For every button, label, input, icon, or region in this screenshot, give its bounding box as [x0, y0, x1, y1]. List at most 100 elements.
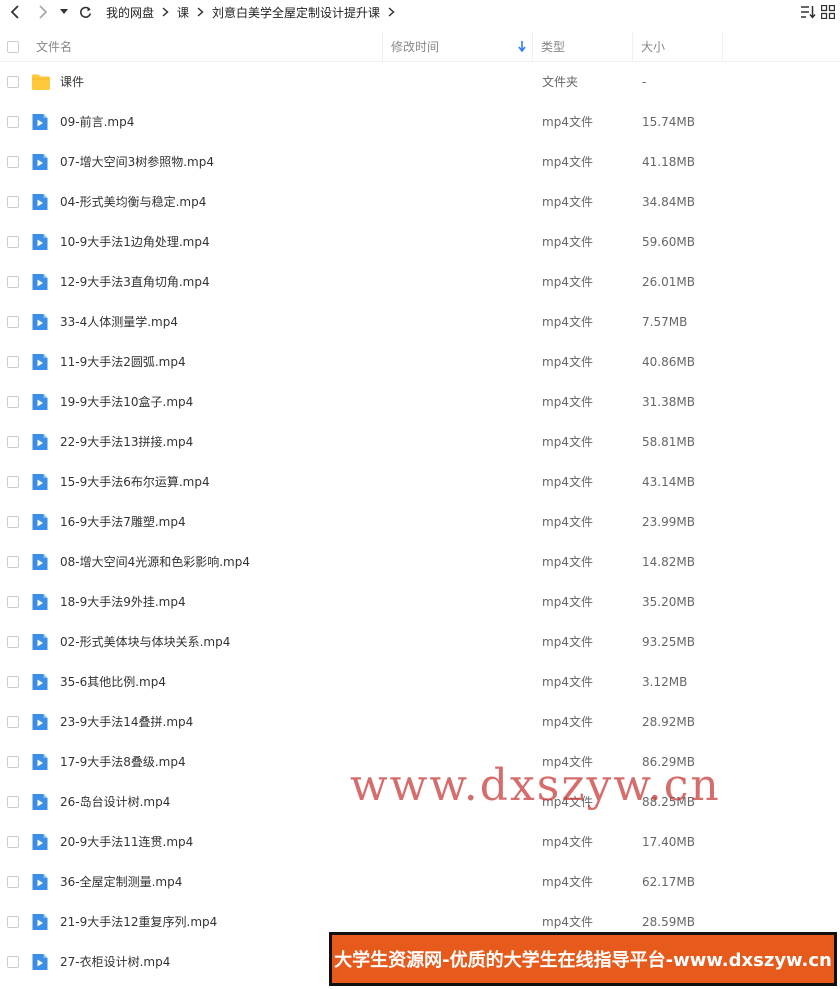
row-checkbox[interactable] — [7, 76, 19, 88]
file-row[interactable]: 12-9大手法3直角切角.mp4 mp4文件 26.01MB — [0, 262, 840, 302]
file-row[interactable]: 36-全屋定制测量.mp4 mp4文件 62.17MB — [0, 862, 840, 902]
file-row[interactable]: 02-形式美体块与体块关系.mp4 mp4文件 93.25MB — [0, 622, 840, 662]
file-name[interactable]: 36-全屋定制测量.mp4 — [60, 862, 182, 902]
file-name[interactable]: 09-前言.mp4 — [60, 102, 134, 142]
file-name[interactable]: 02-形式美体块与体块关系.mp4 — [60, 622, 230, 662]
video-file-icon — [31, 513, 49, 531]
row-checkbox[interactable] — [7, 956, 19, 968]
file-row[interactable]: 15-9大手法6布尔运算.mp4 mp4文件 43.14MB — [0, 462, 840, 502]
file-name[interactable]: 27-衣柜设计树.mp4 — [60, 942, 170, 982]
file-name[interactable]: 12-9大手法3直角切角.mp4 — [60, 262, 210, 302]
row-checkbox[interactable] — [7, 836, 19, 848]
file-row[interactable]: 课件 文件夹 - — [0, 62, 840, 102]
file-name[interactable]: 07-增大空间3树参照物.mp4 — [60, 142, 214, 182]
breadcrumb-item-current[interactable]: 刘意白美学全屋定制设计提升课 — [212, 4, 380, 21]
row-checkbox[interactable] — [7, 316, 19, 328]
file-type: mp4文件 — [542, 515, 593, 529]
file-row[interactable]: 35-6其他比例.mp4 mp4文件 3.12MB — [0, 662, 840, 702]
forward-button[interactable] — [32, 0, 54, 24]
file-name[interactable]: 课件 — [60, 62, 84, 102]
file-name[interactable]: 10-9大手法1边角处理.mp4 — [60, 222, 210, 262]
row-checkbox[interactable] — [7, 116, 19, 128]
file-row[interactable]: 08-增大空间4光源和色彩影响.mp4 mp4文件 14.82MB — [0, 542, 840, 582]
file-row[interactable]: 33-4人体测量学.mp4 mp4文件 7.57MB — [0, 302, 840, 342]
promo-banner: 大学生资源网-优质的大学生在线指导平台-www.dxszyw.cn — [329, 932, 837, 986]
column-header-size[interactable]: 大小 — [633, 32, 723, 61]
row-checkbox[interactable] — [7, 756, 19, 768]
grid-view-button[interactable] — [818, 0, 838, 24]
column-header-type[interactable]: 类型 — [533, 32, 633, 61]
file-name[interactable]: 16-9大手法7雕塑.mp4 — [60, 502, 186, 542]
column-header-modified-label: 修改时间 — [391, 40, 440, 54]
file-name[interactable]: 11-9大手法2圆弧.mp4 — [60, 342, 186, 382]
column-header-modified[interactable]: 修改时间 — [383, 32, 533, 61]
select-all-checkbox[interactable] — [7, 40, 19, 53]
file-name[interactable]: 20-9大手法11连贯.mp4 — [60, 822, 193, 862]
file-row[interactable]: 22-9大手法13拼接.mp4 mp4文件 58.81MB — [0, 422, 840, 462]
chevron-right-icon[interactable] — [388, 7, 395, 17]
row-checkbox[interactable] — [7, 676, 19, 688]
file-name[interactable]: 04-形式美均衡与稳定.mp4 — [60, 182, 206, 222]
file-name[interactable]: 21-9大手法12重复序列.mp4 — [60, 902, 217, 942]
file-type: mp4文件 — [542, 195, 593, 209]
file-name[interactable]: 08-增大空间4光源和色彩影响.mp4 — [60, 542, 250, 582]
video-file-icon — [31, 833, 49, 851]
row-checkbox[interactable] — [7, 796, 19, 808]
video-file-icon — [31, 393, 49, 411]
grid-view-icon — [821, 5, 835, 19]
row-checkbox[interactable] — [7, 236, 19, 248]
refresh-button[interactable] — [74, 0, 96, 24]
sort-button[interactable] — [798, 0, 818, 24]
breadcrumb: 我的网盘 课 刘意白美学全屋定制设计提升课 — [106, 4, 403, 21]
file-name[interactable]: 18-9大手法9外挂.mp4 — [60, 582, 186, 622]
file-name[interactable]: 26-岛台设计树.mp4 — [60, 782, 170, 822]
file-name[interactable]: 17-9大手法8叠级.mp4 — [60, 742, 186, 782]
file-row[interactable]: 20-9大手法11连贯.mp4 mp4文件 17.40MB — [0, 822, 840, 862]
file-row[interactable]: 09-前言.mp4 mp4文件 15.74MB — [0, 102, 840, 142]
row-checkbox[interactable] — [7, 196, 19, 208]
file-name[interactable]: 19-9大手法10盒子.mp4 — [60, 382, 193, 422]
column-header-name[interactable]: 文件名 — [26, 32, 383, 61]
row-checkbox[interactable] — [7, 516, 19, 528]
select-all-cell — [0, 32, 26, 61]
file-type: mp4文件 — [542, 395, 593, 409]
row-checkbox[interactable] — [7, 716, 19, 728]
history-dropdown-button[interactable] — [56, 0, 72, 24]
file-name[interactable]: 15-9大手法6布尔运算.mp4 — [60, 462, 210, 502]
chevron-right-icon — [162, 7, 169, 17]
video-file-icon — [31, 113, 49, 131]
row-checkbox[interactable] — [7, 876, 19, 888]
back-button[interactable] — [4, 0, 26, 24]
file-row[interactable]: 10-9大手法1边角处理.mp4 mp4文件 59.60MB — [0, 222, 840, 262]
file-row[interactable]: 23-9大手法14叠拼.mp4 mp4文件 28.92MB — [0, 702, 840, 742]
row-checkbox[interactable] — [7, 276, 19, 288]
file-type: mp4文件 — [542, 715, 593, 729]
breadcrumb-item-course[interactable]: 课 — [177, 4, 189, 21]
row-checkbox[interactable] — [7, 916, 19, 928]
row-checkbox[interactable] — [7, 596, 19, 608]
breadcrumb-item-root[interactable]: 我的网盘 — [106, 4, 154, 21]
row-checkbox[interactable] — [7, 636, 19, 648]
row-checkbox[interactable] — [7, 476, 19, 488]
row-checkbox[interactable] — [7, 356, 19, 368]
video-file-icon — [31, 793, 49, 811]
file-name[interactable]: 22-9大手法13拼接.mp4 — [60, 422, 193, 462]
file-row[interactable]: 16-9大手法7雕塑.mp4 mp4文件 23.99MB — [0, 502, 840, 542]
file-size: 17.40MB — [642, 835, 695, 849]
row-checkbox[interactable] — [7, 556, 19, 568]
file-name[interactable]: 35-6其他比例.mp4 — [60, 662, 166, 702]
file-row[interactable]: 19-9大手法10盒子.mp4 mp4文件 31.38MB — [0, 382, 840, 422]
row-checkbox[interactable] — [7, 156, 19, 168]
file-row[interactable]: 18-9大手法9外挂.mp4 mp4文件 35.20MB — [0, 582, 840, 622]
file-name[interactable]: 23-9大手法14叠拼.mp4 — [60, 702, 193, 742]
column-header-type-label: 类型 — [541, 40, 566, 54]
file-size: 35.20MB — [642, 595, 695, 609]
row-checkbox[interactable] — [7, 396, 19, 408]
row-checkbox[interactable] — [7, 436, 19, 448]
file-row[interactable]: 07-增大空间3树参照物.mp4 mp4文件 41.18MB — [0, 142, 840, 182]
file-name[interactable]: 33-4人体测量学.mp4 — [60, 302, 178, 342]
file-type: mp4文件 — [542, 635, 593, 649]
file-row[interactable]: 04-形式美均衡与稳定.mp4 mp4文件 34.84MB — [0, 182, 840, 222]
file-row[interactable]: 11-9大手法2圆弧.mp4 mp4文件 40.86MB — [0, 342, 840, 382]
file-list: 课件 文件夹 - 09-前言.mp4 mp4文件 15.74MB 07-增大空间3树参照物.… — [0, 62, 840, 982]
